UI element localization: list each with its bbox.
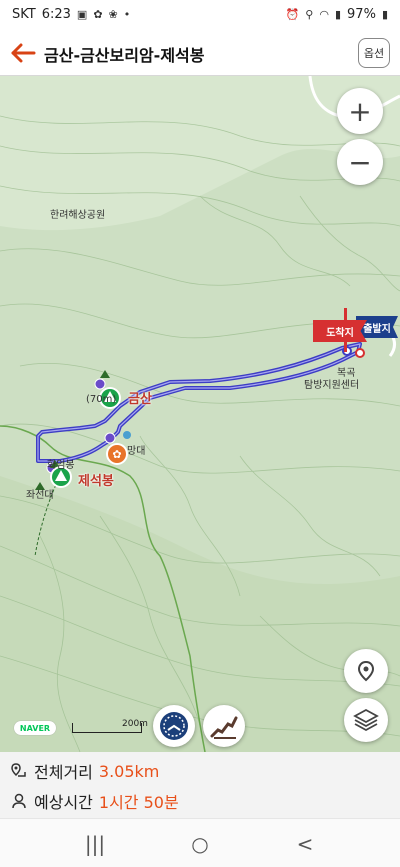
- distance-value: 3.05km: [98, 761, 160, 781]
- distance-row: 전체거리 3.05km: [10, 758, 159, 784]
- bokgok-center-label: 탐방지원센터: [304, 380, 360, 391]
- hiker-icon: [12, 793, 26, 809]
- compass-button[interactable]: [153, 705, 195, 747]
- wifi-icon: ◠: [319, 8, 329, 21]
- image-icon: ▣: [76, 8, 88, 21]
- status-bar: SKT 6:23 ▣ ✿ ❀ • ⏰ ⚲ ◠ ▮ 97% ▮: [0, 0, 400, 30]
- system-back-button[interactable]: <: [290, 829, 320, 859]
- system-nav-bar: ||| ○ <: [0, 818, 400, 867]
- options-button[interactable]: 옵션: [358, 38, 390, 68]
- location-icon: ⚲: [305, 8, 314, 21]
- time-value: 1시간 50분: [98, 793, 179, 812]
- notification-icon: ❀: [108, 8, 118, 21]
- my-location-button[interactable]: [344, 649, 388, 693]
- distance-icon: [11, 763, 26, 777]
- location-pin-icon: [357, 660, 375, 682]
- zoom-in-button[interactable]: +: [337, 88, 383, 134]
- geumsan-label: 금산: [128, 392, 152, 407]
- battery-icon: ▮: [381, 8, 388, 21]
- time-label: 예상시간: [34, 793, 93, 812]
- scale-label: 200m: [122, 719, 148, 729]
- minus-icon: −: [348, 145, 372, 179]
- end-flag: 도착지: [313, 320, 367, 342]
- carrier-label: SKT: [12, 7, 36, 22]
- arrow-left-icon: [11, 43, 36, 63]
- map-view[interactable]: ✿ 출발지 도착지 한려해상공원 금산 (70m) 망대 화엄봉 제석봉 좌선대…: [0, 76, 400, 752]
- park-label: 한려해상공원: [50, 210, 106, 221]
- chevron-left-icon: <: [296, 832, 314, 856]
- distance-label: 전체거리: [34, 763, 93, 782]
- elevation-button[interactable]: [203, 705, 245, 747]
- mangdae-label: 망대: [127, 446, 146, 457]
- naver-logo: NAVER: [14, 721, 56, 735]
- home-button[interactable]: ○: [185, 829, 215, 859]
- page-title: 금산-금산보리암-제석봉: [44, 46, 205, 65]
- speedometer-icon: [160, 712, 188, 740]
- dot-icon: •: [123, 8, 131, 21]
- app-header: 금산-금산보리암-제석봉 옵션: [0, 30, 400, 76]
- jeseokbong-label: 제석봉: [78, 474, 114, 489]
- recent-apps-button[interactable]: |||: [80, 829, 110, 859]
- jwaseondae-label: 좌선대: [26, 490, 54, 501]
- plus-icon: +: [348, 94, 372, 128]
- route-info-panel: 전체거리 3.05km 예상시간 1시간 50분: [0, 752, 400, 818]
- time-label: 6:23: [41, 7, 71, 22]
- zoom-out-button[interactable]: −: [337, 139, 383, 185]
- layers-button[interactable]: [344, 698, 388, 742]
- hwaeombong-label: 화엄봉: [47, 460, 75, 471]
- geumsan-elevation-label: (70m): [86, 394, 117, 405]
- svg-text:✿: ✿: [112, 448, 121, 461]
- battery-label: 97%: [347, 7, 376, 22]
- app-icon: ✿: [93, 8, 103, 21]
- time-row: 예상시간 1시간 50분: [10, 788, 179, 814]
- layers-icon: [353, 708, 379, 732]
- home-icon: ○: [191, 832, 209, 856]
- signal-icon: ▮: [334, 8, 342, 21]
- recent-apps-icon: |||: [84, 832, 106, 856]
- topographic-map: ✿: [0, 76, 400, 752]
- alarm-icon: ⏰: [285, 8, 300, 21]
- stairs-icon: [210, 716, 238, 739]
- back-button[interactable]: [8, 38, 38, 68]
